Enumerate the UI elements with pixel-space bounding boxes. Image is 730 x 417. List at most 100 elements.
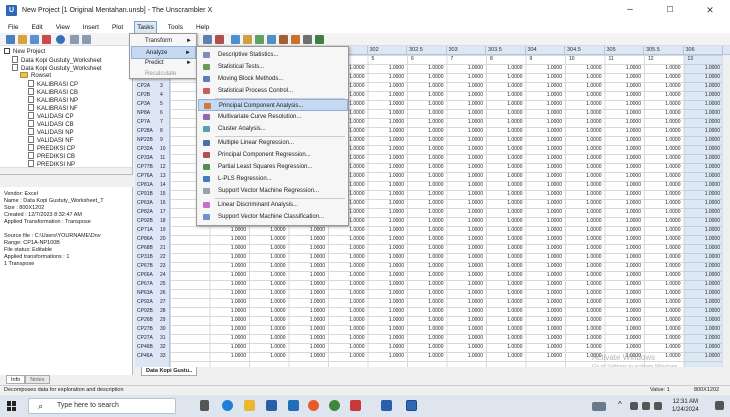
grid-cell[interactable]: 1.0000: [644, 208, 684, 217]
grid-cell[interactable]: 1.0000: [407, 163, 447, 172]
row-name[interactable]: CP27A: [137, 334, 159, 343]
row-name[interactable]: CP2B: [137, 91, 159, 100]
grid-cell[interactable]: 1.0000: [486, 172, 526, 181]
grid-cell[interactable]: 1.0000: [605, 226, 645, 235]
grid-cell[interactable]: 1.0000: [644, 262, 684, 271]
chrome-icon[interactable]: [329, 400, 340, 411]
grid-cell[interactable]: 1.0000: [486, 91, 526, 100]
grid-cell[interactable]: 1.0000: [486, 289, 526, 298]
grid-cell[interactable]: 1.0000: [526, 82, 566, 91]
grid-cell[interactable]: 1.0000: [526, 217, 566, 226]
grid-cell[interactable]: 1.0000: [407, 118, 447, 127]
grid-cell[interactable]: 1.0000: [486, 262, 526, 271]
grid-cell[interactable]: 1.0000: [407, 172, 447, 181]
tab-notes[interactable]: Notes: [25, 375, 50, 384]
grid-cell[interactable]: 1.0000: [565, 73, 605, 82]
grid-cell[interactable]: 1.0000: [605, 244, 645, 253]
grid-cell[interactable]: 1.0000: [368, 127, 408, 136]
grid-cell[interactable]: 1.0000: [249, 289, 289, 298]
grid-cell[interactable]: 1.0000: [368, 271, 408, 280]
grid-cell[interactable]: 1.0000: [407, 154, 447, 163]
task-view-icon[interactable]: [200, 400, 209, 411]
grid-cell[interactable]: 1.0000: [447, 100, 487, 109]
grid-cell[interactable]: 1.0000: [565, 226, 605, 235]
grid-cell[interactable]: 1.0000: [486, 244, 526, 253]
grid-cell[interactable]: 1.0000: [486, 73, 526, 82]
grid-cell[interactable]: 1.0000: [447, 253, 487, 262]
grid-cell[interactable]: 1.0000: [605, 190, 645, 199]
grid-cell[interactable]: 1.0000: [644, 334, 684, 343]
grid-cell[interactable]: 1.0000: [486, 352, 526, 361]
grid-cell[interactable]: 1.0000: [526, 154, 566, 163]
grid-cell[interactable]: 1.0000: [565, 145, 605, 154]
grid-cell[interactable]: 1.0000: [605, 316, 645, 325]
grid-cell[interactable]: 1.0000: [368, 289, 408, 298]
grid-cell[interactable]: 1.0000: [447, 352, 487, 361]
row-name[interactable]: CP32A: [137, 145, 159, 154]
grid-cell[interactable]: 1.0000: [644, 136, 684, 145]
grid-cell[interactable]: 1.0000: [407, 262, 447, 271]
grid-cell[interactable]: 1.0000: [249, 334, 289, 343]
grid-cell[interactable]: 1.0000: [684, 82, 724, 91]
grid-cell[interactable]: 1.0000: [368, 316, 408, 325]
grid-cell[interactable]: 1.0000: [526, 280, 566, 289]
grid-cell[interactable]: 1.0000: [210, 226, 250, 235]
row-name[interactable]: CP76A: [137, 172, 159, 181]
grid-cell[interactable]: 1.0000: [249, 298, 289, 307]
grid-cell[interactable]: 1.0000: [565, 163, 605, 172]
grid-cell[interactable]: 1.0000: [210, 316, 250, 325]
grid-cell[interactable]: 1.0000: [289, 298, 329, 307]
grid-cell[interactable]: 1.0000: [644, 289, 684, 298]
grid-cell[interactable]: 1.0000: [644, 109, 684, 118]
analyze-menu-item[interactable]: Moving Block Methods...: [198, 73, 348, 85]
start-button[interactable]: [7, 401, 17, 411]
row-name[interactable]: CP86A: [137, 235, 159, 244]
grid-cell[interactable]: 1.0000: [407, 145, 447, 154]
grid-cell[interactable]: 1.0000: [210, 298, 250, 307]
network-icon[interactable]: [630, 402, 638, 410]
grid-cell[interactable]: 1.0000: [289, 343, 329, 352]
grid-cell[interactable]: 1.0000: [684, 190, 724, 199]
flag-icon[interactable]: [315, 35, 324, 44]
row-name[interactable]: CP92B: [137, 307, 159, 316]
grid-cell[interactable]: 1.0000: [684, 91, 724, 100]
grid-cell[interactable]: 1.0000: [565, 235, 605, 244]
grid-cell[interactable]: 1.0000: [486, 190, 526, 199]
grid-cell[interactable]: 1.0000: [605, 253, 645, 262]
grid-cell[interactable]: 1.0000: [249, 352, 289, 361]
grid-cell[interactable]: 1.0000: [486, 334, 526, 343]
row-name[interactable]: CP67A: [137, 280, 159, 289]
matrix-icon[interactable]: [279, 35, 288, 44]
grid-cell[interactable]: 1.0000: [368, 253, 408, 262]
grid-cell[interactable]: 1.0000: [526, 190, 566, 199]
grid-cell[interactable]: 1.0000: [565, 289, 605, 298]
grid-cell[interactable]: 1.0000: [210, 307, 250, 316]
grid-cell[interactable]: 1.0000: [526, 352, 566, 361]
column-header[interactable]: 306: [684, 46, 723, 55]
grid-cell[interactable]: 1.0000: [565, 307, 605, 316]
grid-cell[interactable]: 1.0000: [605, 325, 645, 334]
grid-cell[interactable]: 1.0000: [565, 199, 605, 208]
grid-cell[interactable]: 1.0000: [644, 118, 684, 127]
grid-cell[interactable]: 1.0000: [328, 298, 368, 307]
grid-cell[interactable]: 1.0000: [447, 244, 487, 253]
grid-cell[interactable]: 1.0000: [447, 199, 487, 208]
row-name[interactable]: CP7A: [137, 118, 159, 127]
row-name[interactable]: CP31B: [137, 253, 159, 262]
grid-cell[interactable]: 1.0000: [565, 154, 605, 163]
row-name[interactable]: CP77B: [137, 163, 159, 172]
grid-cell[interactable]: 1.0000: [684, 163, 724, 172]
grid-cell[interactable]: 1.0000: [447, 289, 487, 298]
grid-cell[interactable]: 1.0000: [447, 145, 487, 154]
grid-cell[interactable]: 1.0000: [210, 334, 250, 343]
grid-cell[interactable]: 1.0000: [407, 136, 447, 145]
grid-cell[interactable]: 1.0000: [289, 307, 329, 316]
grid-cell[interactable]: 1.0000: [249, 325, 289, 334]
grid-cell[interactable]: 1.0000: [605, 118, 645, 127]
grid-cell[interactable]: 1.0000: [368, 244, 408, 253]
grid-cell[interactable]: 1.0000: [644, 280, 684, 289]
analyze-menu-item[interactable]: L-PLS Regression...: [198, 173, 348, 185]
row-name[interactable]: CP2A: [137, 82, 159, 91]
grid-cell[interactable]: 1.0000: [526, 100, 566, 109]
import-icon[interactable]: [42, 35, 51, 44]
